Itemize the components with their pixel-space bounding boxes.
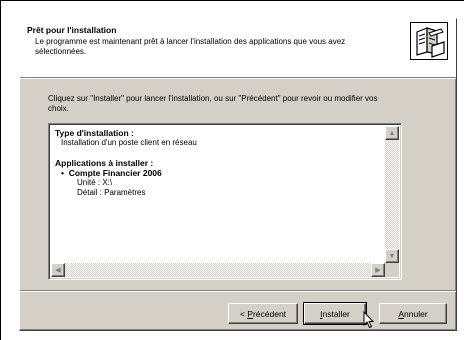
scroll-left-button[interactable]: ◀ xyxy=(51,263,65,277)
arrow-down-icon: ▼ xyxy=(388,252,396,260)
cancel-button-label: Annuler xyxy=(398,308,428,319)
scrollbar-corner xyxy=(385,263,399,277)
vertical-scrollbar[interactable]: ▲ ▼ xyxy=(385,126,399,263)
arrow-left-icon: ◀ xyxy=(55,266,61,274)
header-separator xyxy=(20,77,456,79)
install-type-heading: Type d'installation : xyxy=(55,128,134,138)
bullet-icon: • xyxy=(61,168,69,178)
app-detail: Détail : Paramètres xyxy=(77,188,146,197)
app-list-item: • Compte Financier 2006 xyxy=(55,168,373,178)
app-name: Compte Financier 2006 xyxy=(68,168,162,178)
apps-heading: Applications à installer : xyxy=(55,158,154,168)
header-description: Le programme est maintenant prêt à lance… xyxy=(35,37,346,56)
app-unit: Unité : X:\ xyxy=(77,178,113,187)
scroll-right-button[interactable]: ▶ xyxy=(371,263,385,277)
horizontal-scrollbar[interactable]: ◀ ▶ xyxy=(51,263,385,277)
mouse-pointer-icon xyxy=(363,311,375,329)
scroll-down-button[interactable]: ▼ xyxy=(385,249,399,263)
install-button-label: Installer xyxy=(320,308,350,319)
cancel-button[interactable]: Annuler xyxy=(379,303,447,324)
install-type-value: Installation d'un poste client en réseau xyxy=(61,138,197,147)
footer-separator xyxy=(20,290,456,292)
back-button-label: < Précédent xyxy=(239,308,287,319)
header-title: Prêt pour l'installation xyxy=(27,25,117,35)
installer-dialog: Prêt pour l'installation Le programme es… xyxy=(19,18,457,331)
setup-computer-icon xyxy=(410,22,448,60)
summary-content: Type d'installation : Installation d'un … xyxy=(55,128,373,260)
summary-textbox[interactable]: Type d'installation : Installation d'un … xyxy=(48,123,402,280)
back-button[interactable]: < Précédent xyxy=(228,303,298,324)
instructions-text: Cliquez sur "Installer" pour lancer l'in… xyxy=(48,94,378,113)
arrow-up-icon: ▲ xyxy=(388,129,396,137)
arrow-right-icon: ▶ xyxy=(375,266,381,274)
wizard-header: Prêt pour l'installation Le programme es… xyxy=(20,19,456,77)
install-button[interactable]: Installer xyxy=(303,302,367,325)
scroll-up-button[interactable]: ▲ xyxy=(385,126,399,140)
